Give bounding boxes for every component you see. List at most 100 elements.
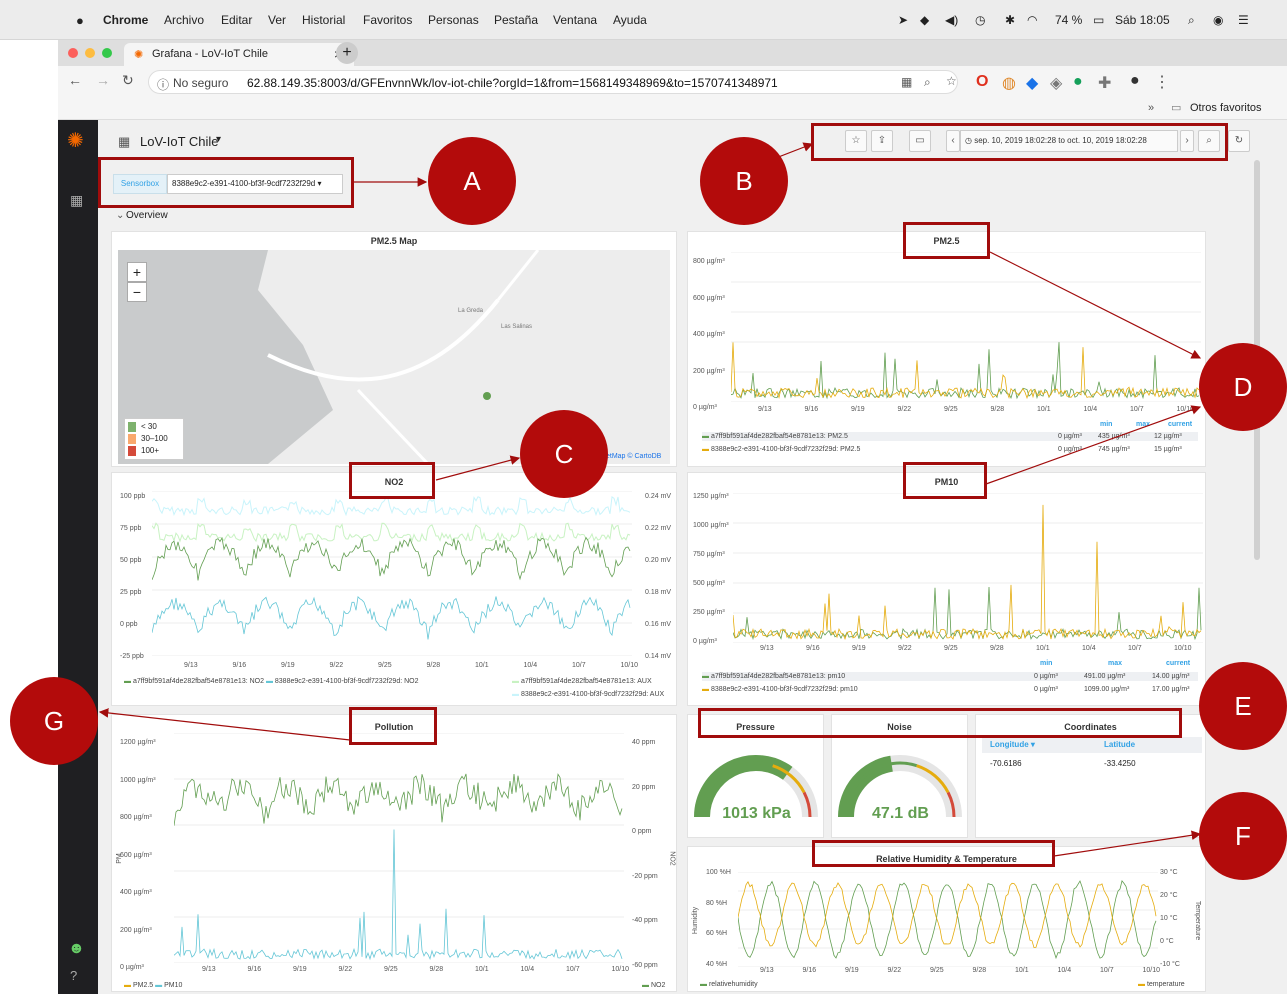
latitude-header[interactable]: Latitude <box>1104 740 1135 749</box>
wifi-icon[interactable]: ◠ <box>1027 13 1037 27</box>
menu-pestana[interactable]: Pestaña <box>494 13 538 27</box>
temperature-ylabel: Temperature <box>1194 900 1202 941</box>
dashboard-title[interactable]: LoV-IoT Chile <box>140 134 219 149</box>
menu-editar[interactable]: Editar <box>221 13 252 27</box>
menu-ventana[interactable]: Ventana <box>553 13 597 27</box>
time-machine-icon[interactable]: ◷ <box>975 13 985 27</box>
map-zoom-out[interactable]: − <box>127 282 147 302</box>
x-tick-label: 10/1 <box>1037 406 1051 413</box>
grafana-logo-icon[interactable]: ✺ <box>67 128 84 153</box>
battery-icon[interactable]: ▭ <box>1093 13 1104 27</box>
dashboards-icon[interactable]: ▦ <box>70 192 83 209</box>
no2-legend-1[interactable]: ▬ a7ff9bf591af4de282fbaf54e8781e13: NO2 … <box>124 678 419 685</box>
window-close-icon[interactable] <box>68 48 78 58</box>
zoom-icon[interactable]: ⌕ <box>924 75 931 90</box>
tab-grafana[interactable]: ✺ Grafana - LoV-IoT Chile × <box>124 43 354 67</box>
profile-avatar[interactable]: ● <box>1130 72 1140 90</box>
pm10-legend-row-2[interactable]: ▬ 8388e9c2-e391-4100-bf3f-9cdf7232f29d: … <box>702 686 1198 693</box>
pm25-legend-row-2[interactable]: ▬ 8388e9c2-e391-4100-bf3f-9cdf7232f29d: … <box>702 446 1198 453</box>
back-icon[interactable]: ← <box>68 72 82 88</box>
url-text[interactable]: 62.88.149.35:8003/d/GFEnvnnWk/lov-iot-ch… <box>247 76 778 90</box>
humidity-legend[interactable]: ▬ relativehumidity <box>700 981 758 988</box>
x-tick-label: 9/25 <box>944 406 958 413</box>
extension-icon-3[interactable]: ◈ <box>1050 73 1062 93</box>
user-avatar[interactable]: ☻ <box>68 940 85 958</box>
new-tab-button[interactable]: + <box>336 42 358 64</box>
menu-historial[interactable]: Historial <box>302 13 345 27</box>
dashboard-area: ▦ LoV-IoT Chile ▾ Sensorbox 8388e9c2-e39… <box>98 120 1287 994</box>
callout-g: G <box>10 677 98 765</box>
highlight-pm10-title <box>903 462 987 499</box>
bookmarks-overflow[interactable]: » <box>1148 102 1154 114</box>
extension-icon-1[interactable]: ◍ <box>1002 73 1016 93</box>
menu-ver[interactable]: Ver <box>268 13 286 27</box>
map-attribution[interactable]: etMap © CartoDB <box>606 453 661 460</box>
y-tick-label: -60 ppm <box>632 961 658 969</box>
menu-personas[interactable]: Personas <box>428 13 479 27</box>
window-minimize-icon[interactable] <box>85 48 95 58</box>
translate-icon[interactable]: ▦ <box>901 75 912 89</box>
coord-header: Longitude ▾ Latitude <box>982 737 1202 753</box>
spotlight-icon[interactable]: ⌕ <box>1188 13 1195 28</box>
pm10-legend-row-1[interactable]: ▬ a7ff9bf591af4de282fbaf54e8781e13: pm10… <box>702 672 1198 681</box>
no2-legend-aux-2[interactable]: ▬ 8388e9c2-e391-4100-bf3f-9cdf7232f29d: … <box>512 691 664 698</box>
y-tick-label: 0.14 mV <box>645 653 672 660</box>
longitude-header[interactable]: Longitude ▾ <box>990 740 1035 749</box>
y-tick-label: 0 µg/m³ <box>693 404 717 411</box>
menu-favoritos[interactable]: Favoritos <box>363 13 412 27</box>
map-legend: < 30 30–100 100+ <box>124 418 184 460</box>
url-bar[interactable]: ⓘ No seguro 62.88.149.35:8003/d/GFEnvnnW… <box>148 70 958 94</box>
row-toggle-icon[interactable]: ⌄ <box>116 210 124 221</box>
menu-app-name[interactable]: Chrome <box>103 13 148 27</box>
notification-center-icon[interactable]: ☰ <box>1238 13 1249 27</box>
refresh-icon[interactable]: ↻ <box>1228 130 1250 152</box>
callout-f: F <box>1199 792 1287 880</box>
browser-toolbar: ← → ↻ ⓘ No seguro 62.88.149.35:8003/d/GF… <box>58 66 1287 98</box>
menu-archivo[interactable]: Archivo <box>164 13 204 27</box>
extension-icon-2[interactable]: ◆ <box>1026 73 1038 93</box>
noise-value: 47.1 dB <box>872 805 929 822</box>
forward-icon[interactable]: → <box>96 72 110 88</box>
y-tick-label: 1250 µg/m³ <box>693 493 729 500</box>
menu-clock[interactable]: Sáb 18:05 <box>1115 13 1170 27</box>
bluetooth-icon[interactable]: ✱ <box>1005 13 1015 27</box>
folder-icon: ▭ <box>1171 102 1182 114</box>
y-tick-label: 1200 µg/m³ <box>120 739 156 746</box>
no2-legend-aux-1[interactable]: ▬ a7ff9bf591af4de282fbaf54e8781e13: AUX <box>512 678 652 685</box>
temperature-legend[interactable]: ▬ temperature <box>1138 981 1185 988</box>
map-zoom-in[interactable]: + <box>127 262 147 282</box>
row-title[interactable]: Overview <box>126 210 168 221</box>
grammarly-icon[interactable]: ● <box>1073 73 1083 91</box>
pollution-legend[interactable]: ▬ PM2.5 ▬ PM10 <box>124 982 182 989</box>
highlight-sensorbox <box>98 157 354 208</box>
pm25-legend-row-1[interactable]: ▬ a7ff9bf591af4de282fbaf54e8781e13: PM2.… <box>702 432 1198 441</box>
menu-ayuda[interactable]: Ayuda <box>613 13 647 27</box>
x-tick-label: 10/4 <box>520 966 535 973</box>
dropbox-icon[interactable]: ◆ <box>920 13 929 27</box>
x-tick-label: 9/16 <box>247 966 262 973</box>
x-tick-label: 10/1 <box>1036 645 1050 652</box>
panel-title[interactable]: PM2.5 Map <box>112 236 676 246</box>
x-tick-label: 9/28 <box>426 662 441 669</box>
help-icon[interactable]: ? <box>70 968 77 983</box>
y-tick-label: 50 ppb <box>120 557 142 564</box>
x-tick-label: 9/25 <box>384 966 398 973</box>
x-tick-label: 9/22 <box>898 645 912 652</box>
reload-icon[interactable]: ↻ <box>122 72 134 89</box>
x-tick-label: 10/7 <box>572 662 586 669</box>
mac-menubar: ● Chrome Archivo Editar Ver Historial Fa… <box>0 0 1287 40</box>
other-bookmarks[interactable]: Otros favoritos <box>1190 102 1262 114</box>
pollution-legend-right[interactable]: ▬ NO2 <box>642 982 665 989</box>
info-icon[interactable]: ⓘ <box>157 76 169 93</box>
bookmark-star-icon[interactable]: ☆ <box>946 74 957 88</box>
window-zoom-icon[interactable] <box>102 48 112 58</box>
apple-icon[interactable]: ● <box>76 13 84 28</box>
opera-extension-icon[interactable]: O <box>976 73 988 91</box>
siri-icon[interactable]: ◉ <box>1213 13 1223 27</box>
x-tick-label: 9/13 <box>758 406 772 413</box>
browser-menu-icon[interactable]: ⋮ <box>1154 72 1170 92</box>
title-caret-icon[interactable]: ▾ <box>216 134 221 145</box>
volume-icon[interactable]: ◀) <box>945 13 958 27</box>
callout-d: D <box>1199 343 1287 431</box>
extensions-puzzle-icon[interactable]: ✚ <box>1098 73 1111 93</box>
